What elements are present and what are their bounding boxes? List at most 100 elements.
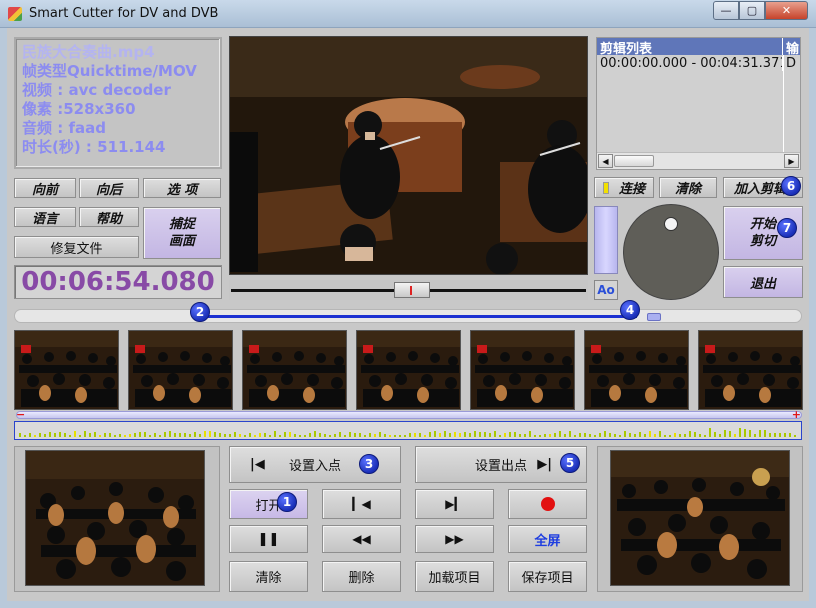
waveform-bar (439, 433, 441, 437)
audio-only-toggle[interactable]: Ao (594, 280, 618, 300)
exit-button[interactable]: 退出 (723, 266, 803, 298)
waveform-bar (564, 434, 566, 437)
waveform-bar (484, 432, 486, 437)
thumbnail-scrollbar[interactable]: − + (16, 408, 802, 421)
waveform-bar (214, 432, 216, 437)
waveform-bar (364, 435, 366, 437)
rewind-button[interactable]: ◀◀ (322, 525, 401, 553)
forward-button[interactable]: 向前 (14, 178, 76, 198)
minimize-icon: — (720, 4, 732, 17)
waveform-bar (184, 433, 186, 437)
scroll-left-button[interactable]: ◀ (598, 154, 613, 168)
waveform-bar (579, 433, 581, 437)
frame-thumbnail[interactable] (584, 330, 689, 410)
waveform-bar (199, 434, 201, 437)
waveform-bar (279, 435, 281, 437)
column-divider (783, 55, 784, 153)
window-title: Smart Cutter for DV and DVB (29, 6, 219, 21)
waveform-bar (419, 433, 421, 437)
main-video-preview (229, 36, 588, 275)
capture-frame-button[interactable]: 捕捉 画面 (143, 207, 221, 259)
step-forward-button[interactable]: ▶▎ (415, 489, 494, 519)
thumbnail-strip (14, 330, 804, 410)
app-logo-icon (8, 7, 22, 21)
prev-marker-icon: |◀ (250, 457, 265, 472)
set-out-point-label: 设置出点 (474, 459, 527, 474)
jog-dial-knob[interactable] (664, 217, 678, 231)
frame-thumbnail[interactable] (242, 330, 347, 410)
waveform-bar (539, 435, 541, 437)
step-back-button[interactable]: ▎◀ (322, 489, 401, 519)
minimize-button[interactable]: — (713, 1, 739, 20)
waveform-bar (414, 433, 416, 437)
waveform-bar (664, 435, 666, 437)
delete-button[interactable]: 删除 (322, 561, 401, 592)
edit-list[interactable]: 剪辑列表 输 00:00:00.000 - 00:04:31.371 D ◀ ▶ (596, 37, 801, 170)
waveform-bar (499, 435, 501, 437)
volume-slider[interactable] (594, 206, 618, 274)
link-button[interactable]: 连接 (594, 177, 654, 198)
edit-list-scrollbar[interactable]: ◀ ▶ (597, 152, 800, 169)
waveform-bar (314, 431, 316, 437)
waveform-bar (454, 432, 456, 437)
rewind-icon: ◀◀ (352, 532, 371, 546)
maximize-button[interactable]: ▢ (739, 1, 765, 20)
in-point-panel (14, 446, 220, 592)
waveform-bar (769, 433, 771, 437)
waveform-bar (74, 431, 76, 437)
record-button[interactable] (508, 489, 587, 519)
clear-button[interactable]: 清除 (229, 561, 308, 592)
frame-thumbnail[interactable] (698, 330, 803, 410)
cut-timeline[interactable] (14, 309, 802, 323)
audio-waveform[interactable] (14, 421, 802, 440)
edit-list-header-output[interactable]: 输 (783, 38, 799, 57)
options-button[interactable]: 选 项 (143, 178, 221, 198)
waveform-bar (119, 434, 121, 437)
out-point-panel (597, 446, 803, 592)
waveform-bar (429, 432, 431, 437)
repair-file-button[interactable]: 修复文件 (14, 236, 139, 258)
waveform-bar (424, 435, 426, 437)
edit-list-header-range[interactable]: 剪辑列表 (597, 38, 783, 57)
waveform-bar (629, 433, 631, 437)
frame-thumbnail[interactable] (470, 330, 575, 410)
waveform-bar (619, 435, 621, 437)
fast-forward-button[interactable]: ▶▶ (415, 525, 494, 553)
timeline-selection-handle[interactable] (647, 313, 661, 321)
backward-button[interactable]: 向后 (79, 178, 139, 198)
scroll-right-button[interactable]: ▶ (784, 154, 799, 168)
playback-slider[interactable] (229, 280, 588, 300)
edit-list-row[interactable]: 00:00:00.000 - 00:04:31.371 D (597, 56, 800, 71)
chevron-left-icon: ◀ (602, 156, 609, 166)
scroll-thumb[interactable] (614, 155, 654, 167)
close-button[interactable]: ✕ (765, 1, 808, 20)
waveform-bar (549, 434, 551, 437)
waveform-bar (309, 433, 311, 437)
waveform-bar (744, 429, 746, 437)
minus-icon[interactable]: − (16, 408, 25, 421)
jog-dial[interactable] (623, 204, 719, 300)
fullscreen-button[interactable]: 全屏 (508, 525, 587, 553)
waveform-bar (149, 435, 151, 437)
help-button[interactable]: 帮助 (79, 207, 139, 227)
maximize-icon: ▢ (746, 4, 758, 17)
waveform-bar (49, 432, 51, 437)
load-project-button[interactable]: 加载项目 (415, 561, 494, 592)
waveform-bar (329, 435, 331, 437)
save-project-button[interactable]: 保存项目 (508, 561, 587, 592)
frame-thumbnail[interactable] (128, 330, 233, 410)
waveform-bar (794, 435, 796, 437)
waveform-bar (669, 435, 671, 437)
plus-icon[interactable]: + (792, 408, 801, 421)
waveform-bar (624, 431, 626, 437)
step-badge-6: 6 (781, 176, 801, 196)
frame-thumbnail[interactable] (356, 330, 461, 410)
pause-button[interactable]: ❚❚ (229, 525, 308, 553)
frame-thumbnail[interactable] (14, 330, 119, 410)
waveform-bar (704, 435, 706, 437)
playback-thumb[interactable] (394, 282, 430, 298)
clear-list-button[interactable]: 清除 (659, 177, 717, 198)
timeline-selection (201, 315, 637, 318)
waveform-bar (289, 432, 291, 437)
language-button[interactable]: 语言 (14, 207, 76, 227)
